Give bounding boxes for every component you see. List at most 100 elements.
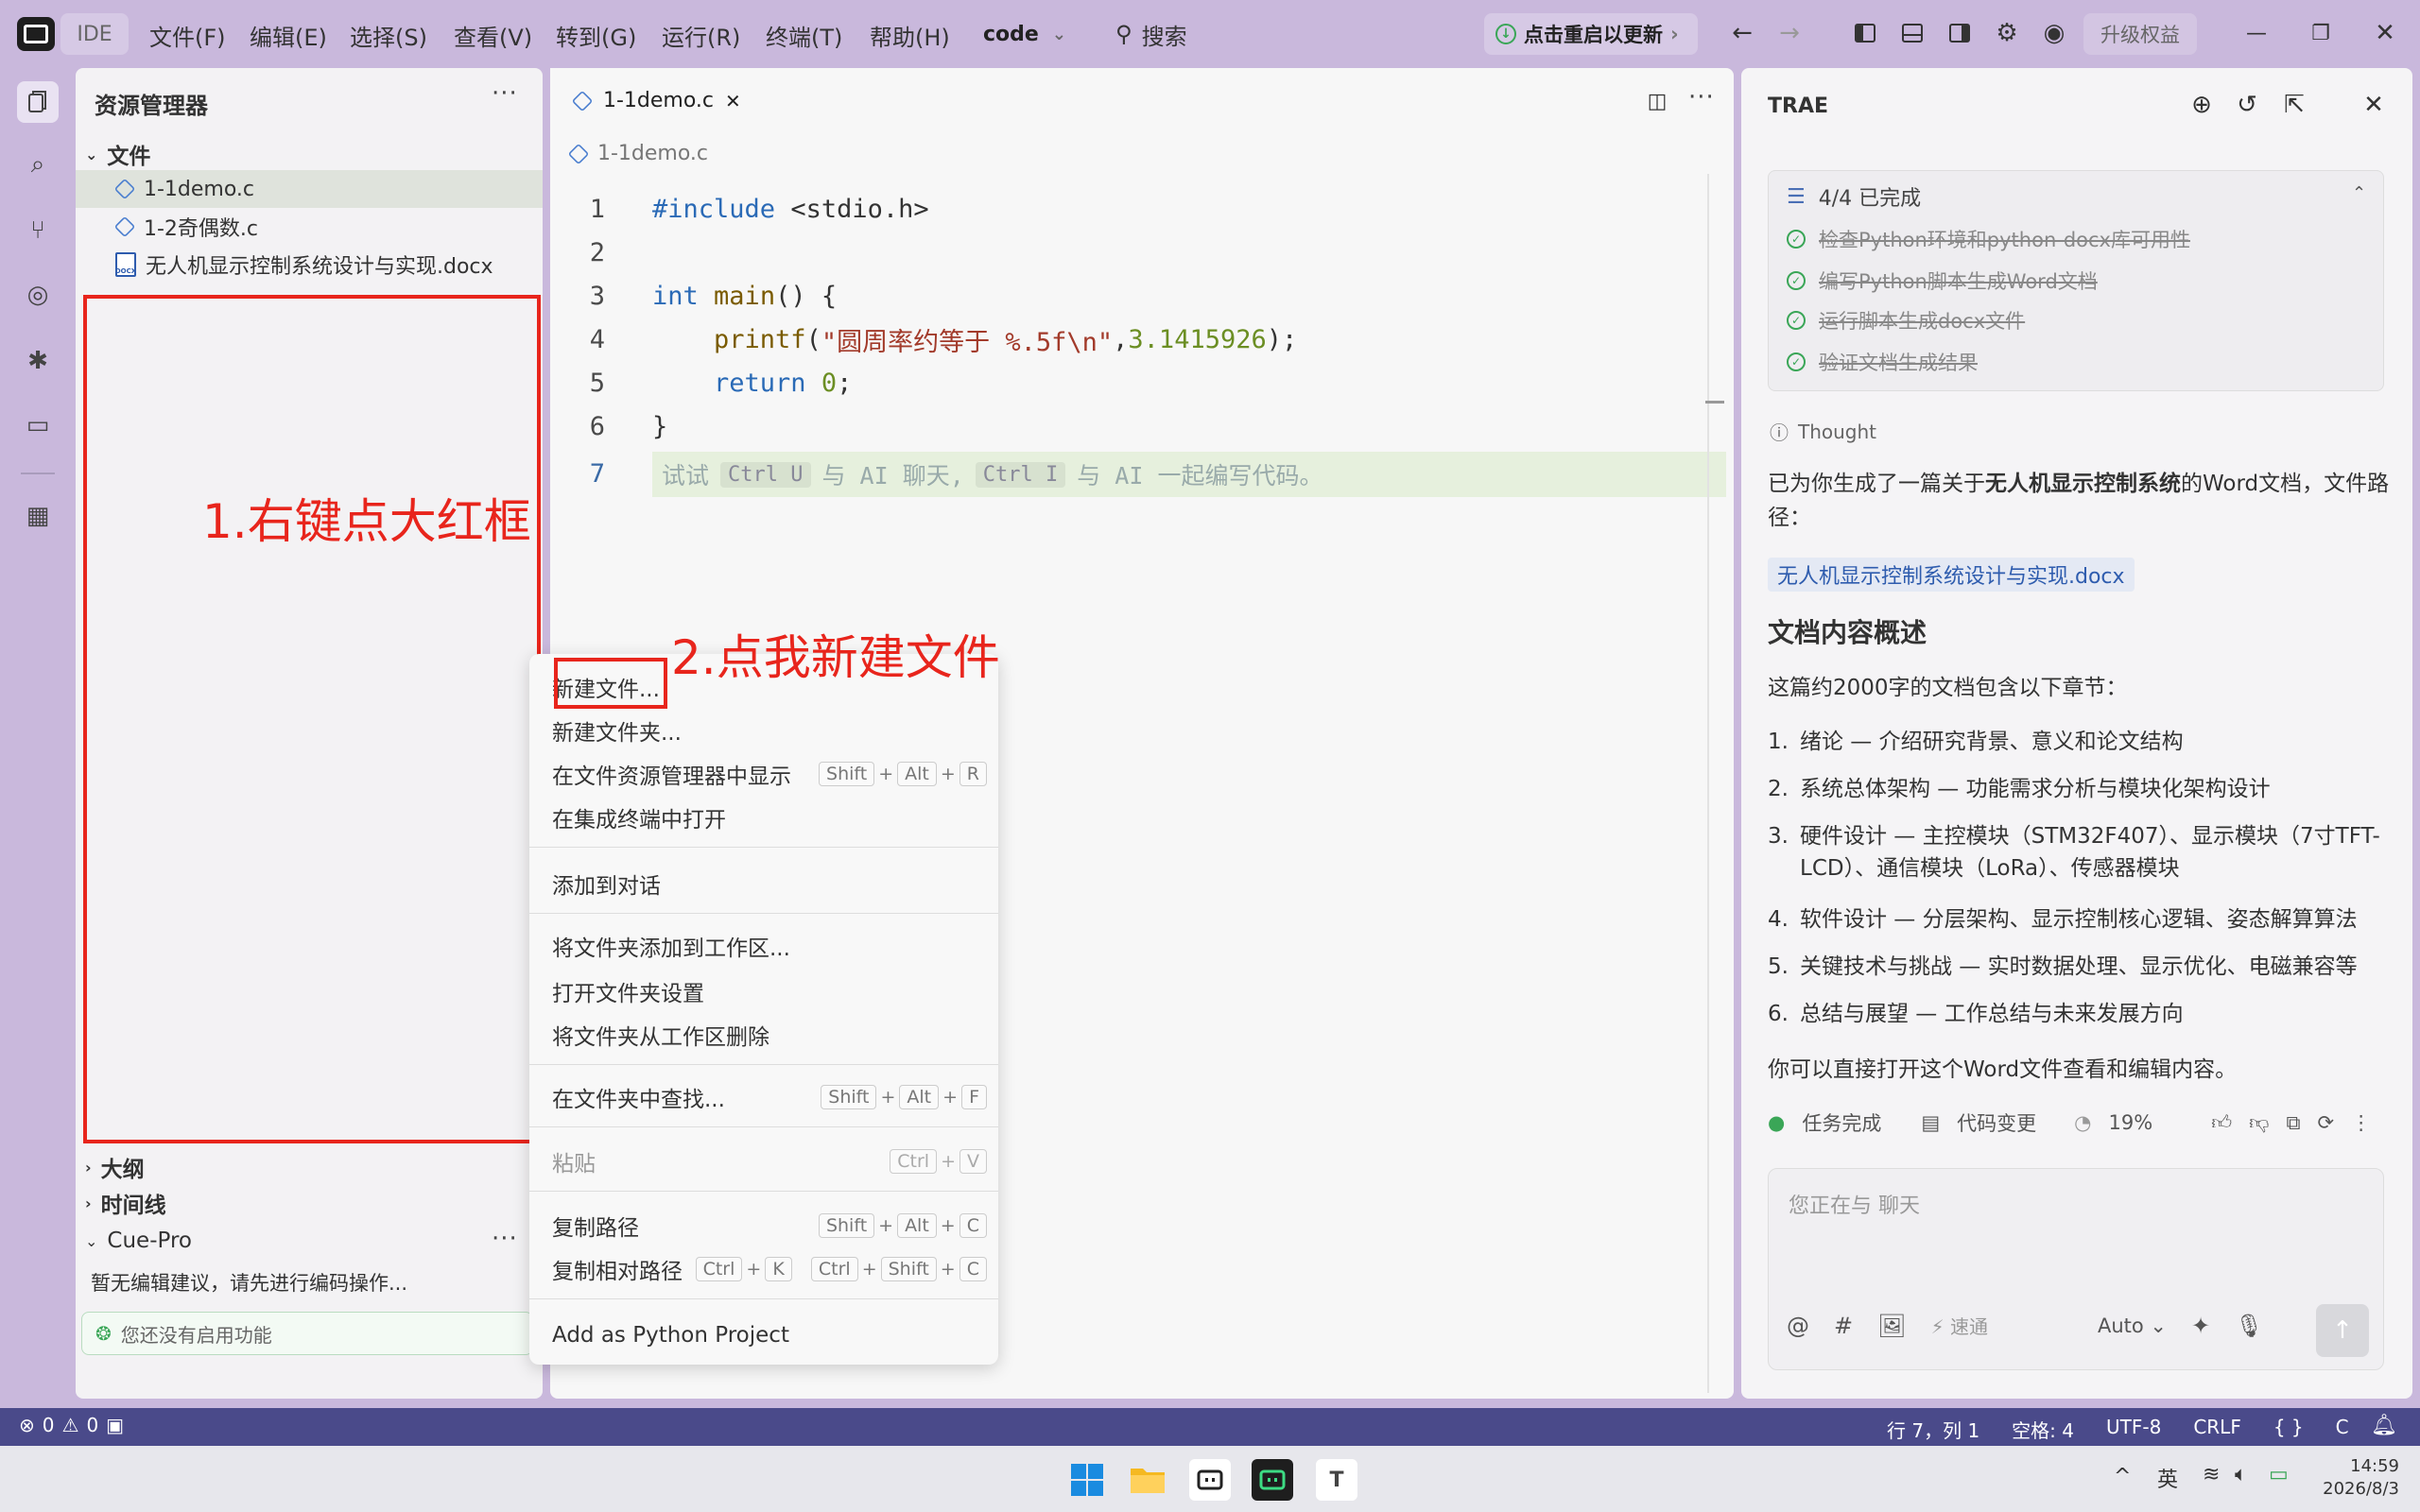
model-select[interactable]: Auto ⌄ — [2098, 1314, 2167, 1337]
close-panel-icon[interactable]: ✕ — [2360, 91, 2388, 119]
tab-1-1demo[interactable]: 1-1demo.c ✕ — [550, 68, 747, 136]
text-editor-icon[interactable]: T — [1316, 1459, 1357, 1501]
menu-add-workspace[interactable]: 将文件夹添加到工作区... — [552, 924, 987, 968]
more-actions-icon[interactable]: ··· — [492, 79, 518, 108]
menu-run[interactable]: 运行(R) — [662, 19, 740, 52]
breadcrumb[interactable]: 1-1demo.c — [567, 142, 708, 165]
encoding[interactable]: UTF-8 — [2106, 1416, 2161, 1443]
extensions-icon[interactable]: ▦ — [17, 495, 59, 537]
trae-ide-icon[interactable] — [1252, 1459, 1293, 1501]
history-icon[interactable]: ↺ — [2233, 91, 2261, 119]
editor-more-icon[interactable]: ··· — [1688, 83, 1715, 112]
file-item-1-1demo[interactable]: 1-1demo.c — [76, 170, 543, 208]
collapse-icon[interactable]: ⌃ — [2352, 183, 2366, 203]
bug-icon[interactable]: ✱ — [17, 340, 59, 382]
volume-icon[interactable]: 🔈︎ — [2235, 1463, 2247, 1486]
menu-add-python-project[interactable]: Add as Python Project — [552, 1314, 987, 1357]
workspace-dropdown[interactable]: code ⌄ — [983, 13, 1087, 55]
minimize-icon[interactable]: — — [2242, 19, 2271, 47]
gear-icon[interactable]: ⚙ — [1993, 19, 2021, 47]
explorer-icon[interactable] — [17, 81, 59, 123]
restore-icon[interactable]: ❐ — [2307, 19, 2335, 47]
code-line[interactable]: 7 — [567, 452, 652, 495]
clock[interactable]: 14:59 2026/8/3 — [2314, 1455, 2399, 1501]
problems-indicator[interactable]: ⊗ 0 ⚠ 0 ▣ — [19, 1414, 124, 1436]
menu-file[interactable]: 文件(F) — [149, 19, 226, 52]
close-tab-icon[interactable]: ✕ — [725, 90, 741, 112]
run-debug-icon[interactable]: ◎ — [17, 274, 59, 316]
regenerate-icon[interactable]: ⟳ — [2317, 1111, 2334, 1134]
explorer-empty-area-highlight[interactable] — [83, 295, 541, 1143]
source-control-icon[interactable]: ⑂ — [17, 210, 59, 251]
menu-add-to-chat[interactable]: 添加到对话 — [552, 862, 987, 905]
menu-copy-path[interactable]: 复制路径 Shift + Alt + C — [552, 1204, 987, 1247]
toggle-sidebar-icon[interactable] — [1851, 19, 1879, 47]
toggle-panel-icon[interactable] — [1898, 19, 1927, 47]
editor-scrollbar[interactable] — [1707, 174, 1709, 1393]
code-line[interactable]: 5 return 0; — [567, 361, 853, 404]
code-line[interactable]: 1 #include <stdio.h> — [567, 187, 929, 231]
thumbs-up-icon[interactable]: 👍︎ — [2211, 1110, 2232, 1135]
indent-setting[interactable]: 空格: 4 — [2012, 1416, 2074, 1443]
language-mode[interactable]: C — [2336, 1416, 2349, 1443]
copy-icon[interactable]: ⧉ — [2286, 1111, 2300, 1135]
docx-file-link[interactable]: 无人机显示控制系统设计与实现.docx — [1768, 558, 2135, 592]
new-chat-icon[interactable]: ⊕ — [2187, 91, 2216, 119]
file-explorer-icon[interactable] — [1127, 1459, 1168, 1501]
ime-indicator[interactable]: 英 — [2157, 1463, 2178, 1493]
upgrade-button[interactable]: 升级权益 — [2083, 13, 2197, 55]
thought-toggle[interactable]: ⓘ Thought — [1770, 418, 1876, 445]
battery-icon[interactable]: ▭ — [2269, 1463, 2289, 1486]
thumbs-down-icon[interactable]: 👎︎ — [2249, 1110, 2269, 1135]
forward-arrow-icon[interactable]: → — [1775, 19, 1804, 47]
notification-bell-icon[interactable]: 🔔︎ — [2371, 1414, 2397, 1437]
send-button[interactable]: ↑ — [2316, 1304, 2369, 1357]
menu-remove-folder[interactable]: 将文件夹从工作区删除 — [552, 1013, 987, 1057]
code-line[interactable]: 3 int main() { — [567, 274, 837, 318]
split-editor-icon[interactable]: ◫ — [1643, 87, 1671, 115]
ide-badge[interactable]: IDE — [60, 13, 129, 55]
file-item-1-2[interactable]: 1-2奇偶数.c — [76, 208, 543, 246]
tray-chevron-icon[interactable]: ^ — [2114, 1465, 2131, 1488]
hash-icon[interactable]: # — [1834, 1313, 1853, 1339]
menu-go[interactable]: 转到(G) — [556, 19, 636, 52]
menu-reveal-explorer[interactable]: 在文件资源管理器中显示 Shift + Alt + R — [552, 752, 987, 796]
cue-more-icon[interactable]: ··· — [492, 1225, 518, 1253]
cue-enable-button[interactable]: ❂ 您还没有启用功能 — [81, 1312, 533, 1355]
language-braces[interactable]: { } — [2273, 1416, 2304, 1443]
code-line[interactable]: 4 printf("圆周率约等于 %.5f\n", 3.1415926); — [567, 318, 1298, 361]
menu-help[interactable]: 帮助(H) — [870, 19, 950, 52]
cursor-position[interactable]: 行 7，列 1 — [1887, 1416, 1979, 1443]
menu-folder-settings[interactable]: 打开文件夹设置 — [552, 970, 987, 1013]
start-windows-icon[interactable] — [1066, 1459, 1108, 1501]
mention-icon[interactable]: @ — [1787, 1313, 1809, 1339]
menu-terminal[interactable]: 终端(T) — [766, 19, 842, 52]
menu-find-in-folder[interactable]: 在文件夹中查找... Shift + Alt + F — [552, 1075, 987, 1119]
menu-copy-relative-path[interactable]: 复制相对路径 Ctrl + K Ctrl + Shift + C — [552, 1247, 987, 1291]
timeline-header[interactable]: › 时间线 — [85, 1187, 166, 1219]
code-line[interactable]: 6} — [567, 404, 668, 448]
cue-pro-header[interactable]: ⌄ Cue-Pro — [85, 1228, 192, 1253]
restart-update-button[interactable]: ↓ 点击重启以更新 › — [1484, 13, 1698, 55]
line-ending[interactable]: CRLF — [2193, 1416, 2241, 1443]
chat-input[interactable]: 您正在与 聊天 — [1789, 1189, 1920, 1219]
sparkle-icon[interactable]: ✦ — [2191, 1313, 2210, 1339]
wifi-icon[interactable]: ≋ — [2203, 1463, 2220, 1486]
task-header[interactable]: ☰ 4/4 已完成 — [1787, 181, 1921, 212]
back-arrow-icon[interactable]: ← — [1728, 19, 1756, 47]
menu-open-terminal[interactable]: 在集成终端中打开 — [552, 796, 987, 839]
account-icon[interactable]: ◉ — [2040, 19, 2068, 47]
toggle-secondary-sidebar-icon[interactable] — [1945, 19, 1974, 47]
pop-out-icon[interactable]: ⇱ — [2280, 91, 2308, 119]
folder-header[interactable]: ⌄ 文件 — [85, 138, 150, 170]
menu-edit[interactable]: 编辑(E) — [250, 19, 327, 52]
code-change-button[interactable]: 代码变更 — [1957, 1108, 2036, 1137]
microphone-icon[interactable]: 🎙︎ — [2235, 1313, 2263, 1339]
remote-explorer-icon[interactable]: ▭ — [17, 404, 59, 446]
trae-app-icon[interactable] — [1189, 1459, 1231, 1501]
search-files-icon[interactable]: ⌕ — [17, 144, 59, 185]
menu-view[interactable]: 查看(V) — [454, 19, 532, 52]
close-window-icon[interactable]: ✕ — [2371, 19, 2399, 47]
more-vertical-icon[interactable]: ⋮ — [2351, 1111, 2371, 1134]
code-line[interactable]: 2 — [567, 231, 652, 274]
